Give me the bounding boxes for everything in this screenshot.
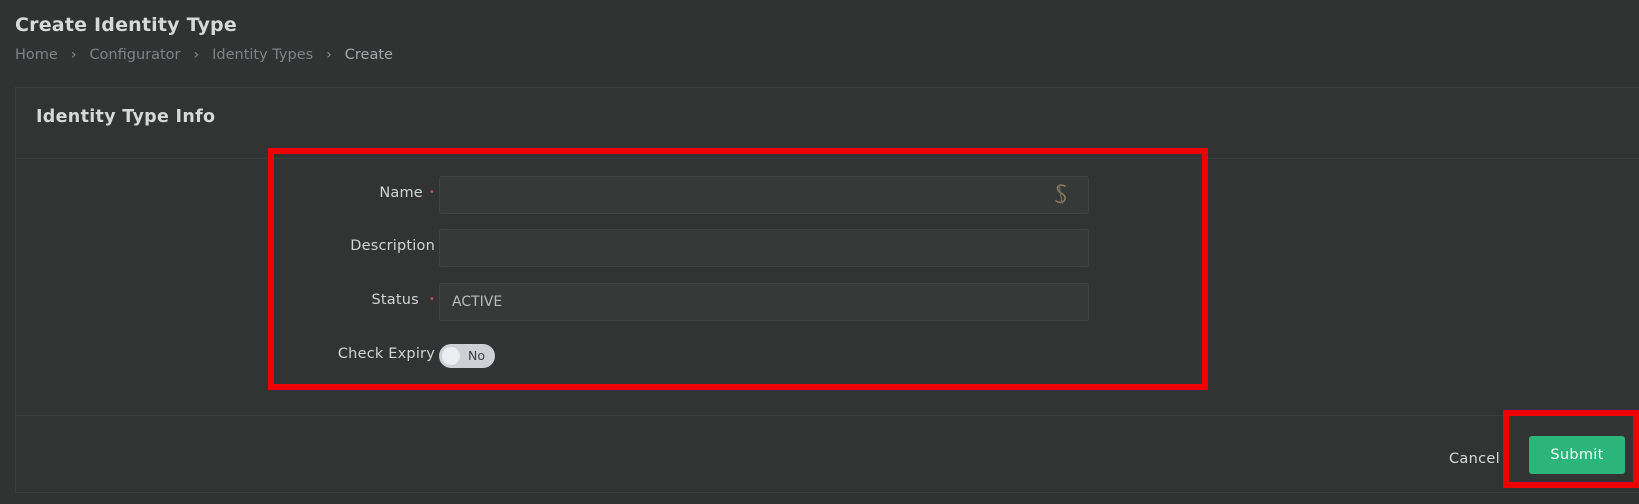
identity-type-card: Identity Type Info Name • Description Sta…	[15, 87, 1639, 493]
description-label: Description	[350, 238, 435, 254]
submit-button[interactable]: Submit	[1529, 436, 1625, 474]
name-input[interactable]	[439, 176, 1089, 214]
breadcrumb-identity-types[interactable]: Identity Types	[212, 47, 313, 63]
breadcrumb: Home › Configurator › Identity Types › C…	[15, 47, 393, 63]
check-expiry-row: Check Expiry No	[16, 337, 1116, 375]
breadcrumb-create: Create	[344, 47, 393, 63]
cancel-button[interactable]: Cancel	[1449, 451, 1500, 467]
status-row: Status • ACTIVE	[16, 283, 1116, 321]
status-label: Status •	[371, 292, 435, 308]
card-header: Identity Type Info	[16, 88, 1639, 159]
description-input[interactable]	[439, 229, 1089, 267]
breadcrumb-separator: ›	[326, 47, 332, 63]
check-expiry-toggle[interactable]: No	[439, 344, 495, 368]
name-label-text: Name	[379, 185, 423, 201]
toggle-text: No	[468, 348, 485, 363]
password-manager-icon[interactable]	[1050, 182, 1072, 206]
status-select[interactable]: ACTIVE	[439, 283, 1089, 321]
check-expiry-label: Check Expiry	[337, 346, 435, 362]
breadcrumb-home[interactable]: Home	[15, 47, 58, 63]
card-footer: Cancel Submit	[16, 415, 1639, 495]
page-title: Create Identity Type	[15, 14, 237, 36]
name-label: Name •	[379, 185, 435, 201]
breadcrumb-separator: ›	[193, 47, 200, 63]
breadcrumb-configurator[interactable]: Configurator	[89, 47, 180, 63]
description-row: Description	[16, 229, 1116, 267]
breadcrumb-separator: ›	[70, 47, 77, 63]
card-title: Identity Type Info	[36, 107, 216, 127]
toggle-knob	[442, 347, 460, 365]
name-row: Name •	[16, 176, 1116, 214]
status-label-text: Status	[371, 292, 419, 308]
required-marker: •	[428, 294, 435, 305]
required-marker: •	[428, 187, 435, 198]
